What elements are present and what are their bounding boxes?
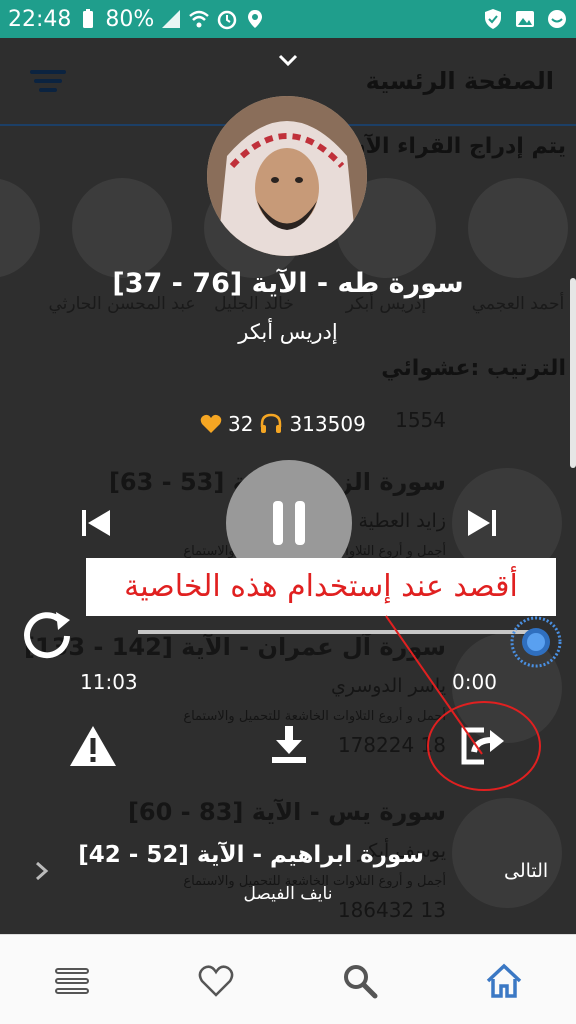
home-icon[interactable] — [484, 961, 524, 1001]
image-icon — [516, 11, 534, 27]
annotation-marker — [385, 615, 541, 791]
shield-icon — [485, 9, 501, 29]
alarm-icon — [218, 10, 237, 30]
battery-percent: 80% — [105, 6, 155, 32]
bottom-nav — [0, 934, 576, 1024]
list-icon[interactable] — [52, 961, 92, 1001]
chevron-right-icon[interactable] — [34, 860, 50, 882]
sync-icon — [548, 10, 566, 28]
heart-icon[interactable] — [196, 961, 236, 1001]
search-icon[interactable] — [340, 961, 380, 1001]
next-track-artist: نايف الفيصل — [243, 884, 333, 904]
signal-icon — [162, 10, 181, 28]
next-track-title: سورة ابراهيم - الآية [52 - 42] — [78, 842, 424, 868]
next-label: التالى — [504, 860, 549, 882]
status-bar: 22:48 80% — [0, 0, 576, 38]
battery-icon — [83, 9, 94, 28]
status-time: 22:48 — [8, 6, 72, 32]
next-track[interactable]: سورة ابراهيم - الآية [52 - 42] نايف الفي… — [0, 832, 576, 922]
location-icon — [248, 10, 263, 28]
player-overlay: سورة طه - الآية [76 - 37] إدريس أبكر 32 … — [0, 38, 576, 934]
wifi-icon — [189, 10, 210, 28]
